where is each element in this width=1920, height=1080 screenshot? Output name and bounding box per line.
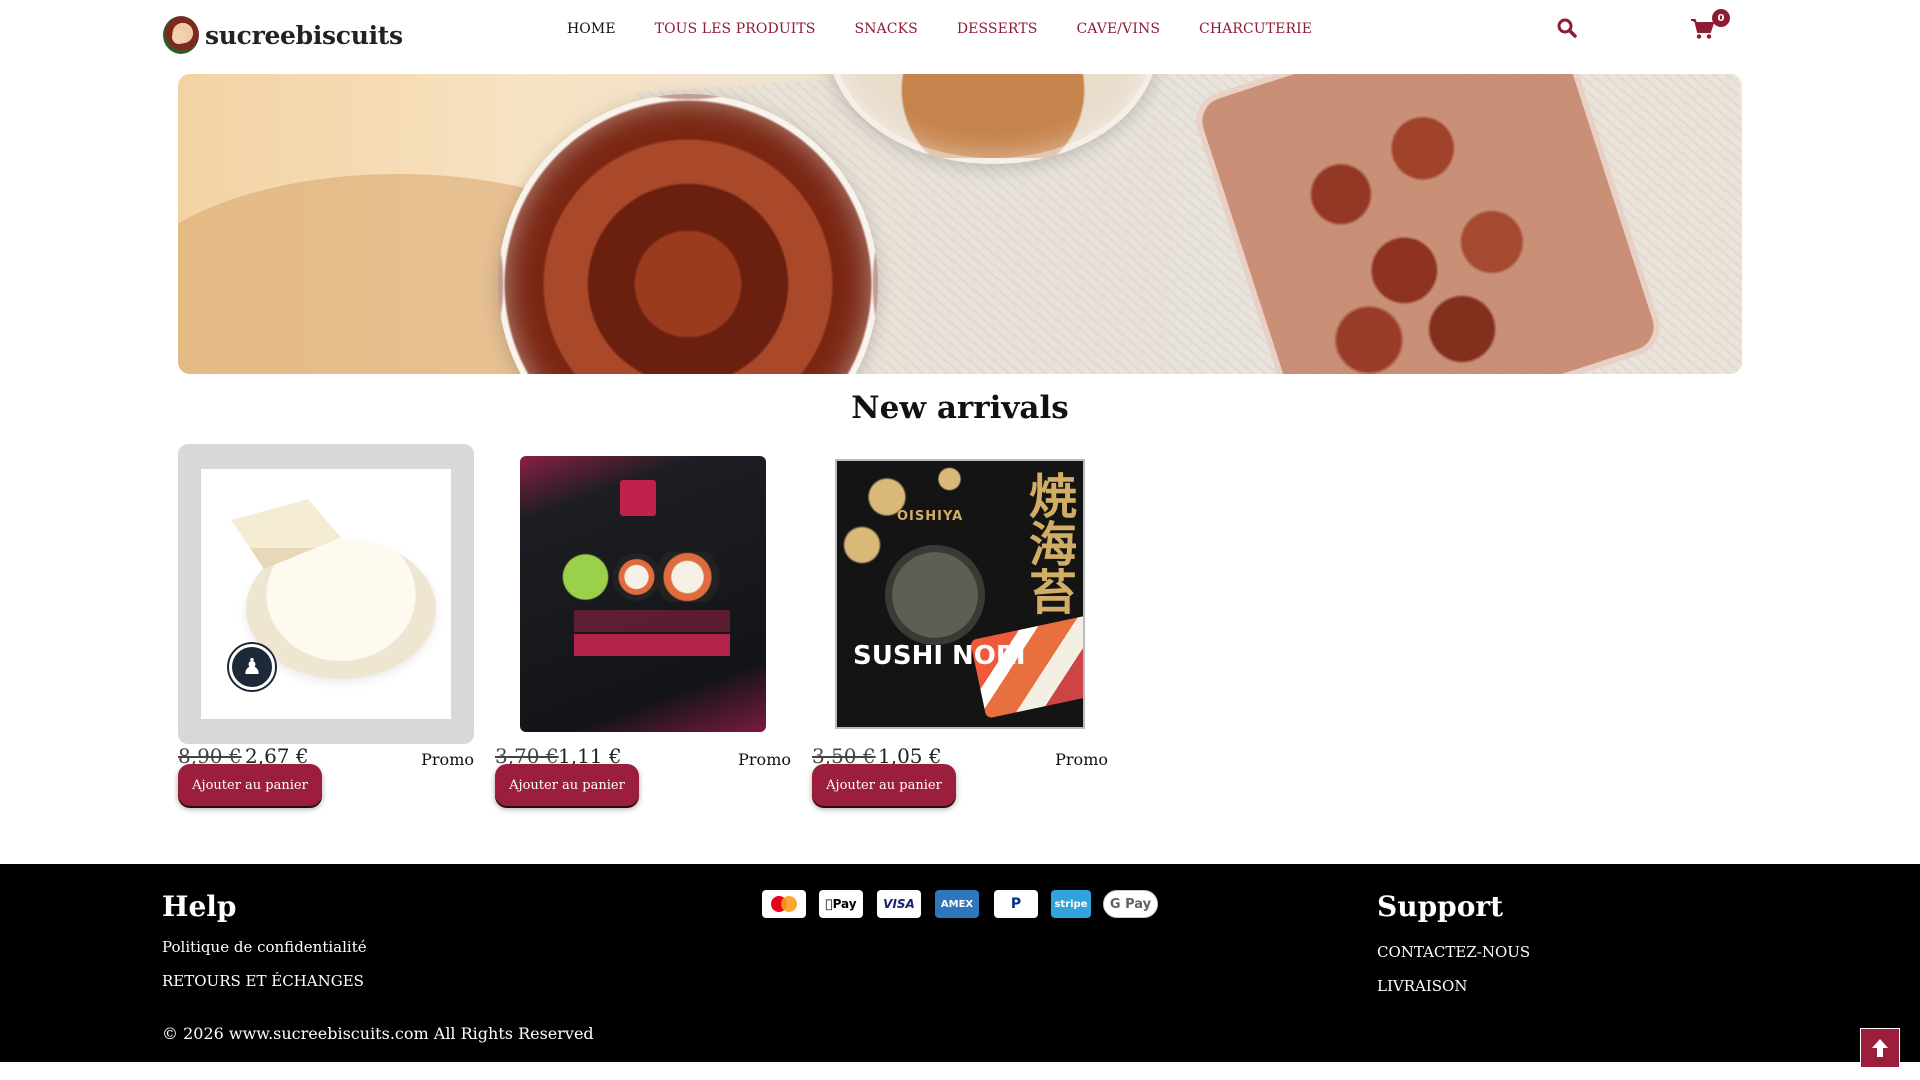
- product-card: OISHIYA 焼海苔 SUSHI NORI 3,50 € 1,05 € Pro…: [812, 444, 1108, 774]
- footer-help-title: Help: [162, 890, 237, 923]
- copyright-text: © 2026 www.sucreebiscuits.com All Rights…: [162, 1024, 594, 1043]
- logo-mascot-icon: [163, 16, 199, 54]
- main-nav: HOME TOUS LES PRODUITS SNACKS DESSERTS C…: [567, 21, 1351, 37]
- cheese-photo: ♟: [201, 469, 451, 719]
- mastercard-icon: [762, 890, 806, 918]
- pack-label-band: [574, 610, 730, 632]
- hero-banner: [178, 74, 1742, 374]
- scroll-to-top-button[interactable]: [1860, 1028, 1900, 1068]
- delivery-link[interactable]: LIVRAISON: [1377, 977, 1467, 995]
- site-logo[interactable]: sucreebiscuits: [163, 16, 403, 54]
- add-to-cart-button[interactable]: Ajouter au panier: [495, 764, 639, 806]
- nav-home[interactable]: HOME: [567, 21, 616, 37]
- apple-pay-label: Pay: [828, 897, 857, 911]
- sushi-nori-pack-photo: OISHIYA 焼海苔 SUSHI NORI: [835, 459, 1085, 729]
- visa-icon: VISA: [877, 890, 921, 918]
- nav-charcuterie[interactable]: CHARCUTERIE: [1199, 21, 1312, 37]
- pack-nori-disc: [885, 545, 985, 645]
- product-image-sushi-nori[interactable]: OISHIYA 焼海苔 SUSHI NORI: [812, 444, 1108, 744]
- product-card: ♟ 8,90 € 2,67 € Promo: [178, 444, 474, 774]
- nav-all-products[interactable]: TOUS LES PRODUITS: [655, 21, 816, 37]
- promo-label: Promo: [1055, 750, 1108, 769]
- pack-kanji: 焼海苔: [1020, 471, 1076, 615]
- new-arrivals-title: New arrivals: [851, 390, 1069, 426]
- brand-name: sucreebiscuits: [205, 20, 403, 50]
- nav-snacks[interactable]: SNACKS: [855, 21, 918, 37]
- paypal-icon: P: [994, 890, 1038, 918]
- pack-brand: OISHIYA: [897, 509, 964, 524]
- site-header: sucreebiscuits HOME TOUS LES PRODUITS SN…: [0, 0, 1920, 60]
- product-image-nori-sheets[interactable]: [495, 444, 791, 744]
- returns-exchanges-link[interactable]: RETOURS ET ÉCHANGES: [162, 972, 364, 990]
- cart-count-badge: 0: [1712, 9, 1730, 27]
- nav-desserts[interactable]: DESSERTS: [957, 21, 1038, 37]
- search-icon[interactable]: [1557, 18, 1577, 38]
- stripe-icon: stripe: [1051, 890, 1091, 918]
- pack-title: SUSHI NORI: [853, 641, 1026, 671]
- footer-support-title: Support: [1377, 890, 1504, 923]
- pack-sushi-picture: [560, 552, 730, 602]
- nori-pack-photo: [520, 456, 766, 732]
- promo-label: Promo: [738, 750, 791, 769]
- add-to-cart-button[interactable]: Ajouter au panier: [178, 764, 322, 806]
- cart-icon[interactable]: [1690, 18, 1714, 40]
- nav-cave-vins[interactable]: CAVE/VINS: [1076, 21, 1160, 37]
- goat-milk-badge-icon: ♟: [229, 644, 275, 690]
- promo-label: Promo: [421, 750, 474, 769]
- add-to-cart-button[interactable]: Ajouter au panier: [812, 764, 956, 806]
- apple-pay-icon: Pay: [819, 890, 863, 918]
- google-pay-icon: G Pay: [1103, 890, 1158, 918]
- pack-label-band: [574, 634, 730, 656]
- product-image-cheese[interactable]: ♟: [178, 444, 474, 744]
- contact-us-link[interactable]: CONTACTEZ-NOUS: [1377, 943, 1530, 961]
- arrow-up-icon: [1872, 1039, 1888, 1057]
- amex-icon: AMEX: [935, 890, 979, 918]
- product-card: 3,70 € 1,11 € Promo: [495, 444, 791, 774]
- pack-logo-icon: [620, 480, 656, 516]
- privacy-policy-link[interactable]: Politique de confidentialité: [162, 938, 367, 956]
